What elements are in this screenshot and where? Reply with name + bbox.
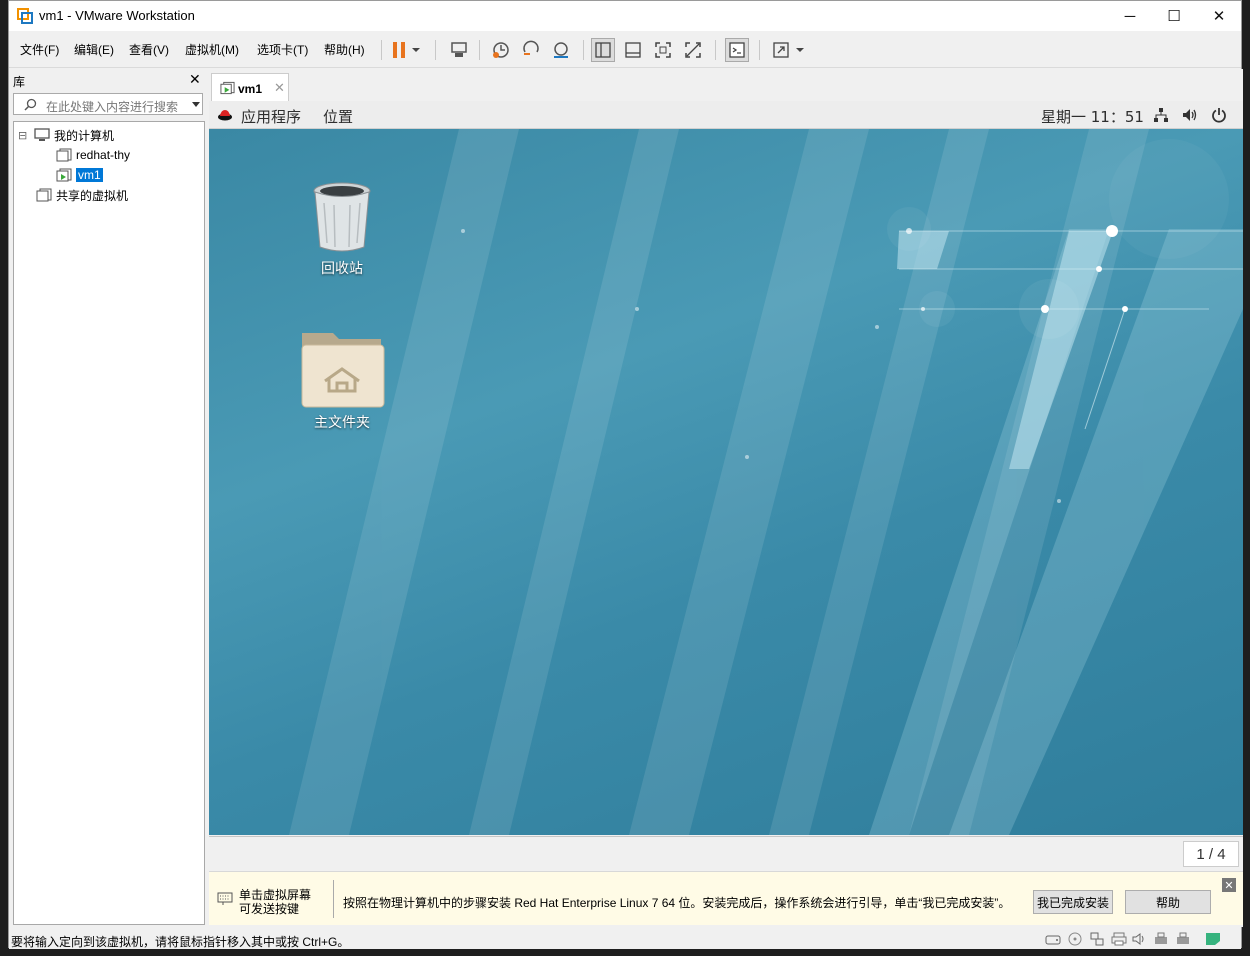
snapshot-manager-icon[interactable] (549, 38, 573, 62)
hard-disk-icon[interactable] (1045, 932, 1061, 946)
volume-icon[interactable] (1181, 107, 1199, 123)
hint-close-icon[interactable]: ✕ (1222, 878, 1236, 892)
shared-vm-icon (36, 188, 52, 202)
message-log-icon[interactable] (1205, 932, 1221, 946)
tree-label: 我的计算机 (54, 128, 115, 143)
tree-label: redhat-thy (76, 148, 131, 162)
network-adapter-icon[interactable] (1089, 932, 1105, 946)
toolbar-separator (381, 40, 382, 60)
guest-desktop[interactable]: 回收站 主文件夹 (209, 129, 1243, 835)
sound-card-icon[interactable] (1131, 932, 1147, 946)
library-tree: ⊟ 我的计算机 redhat-thy vm1 共享的虚拟机 (13, 121, 205, 925)
stretch-icon[interactable] (769, 38, 793, 62)
console-icon[interactable] (725, 38, 749, 62)
menu-view[interactable]: 查看(V) (129, 41, 169, 58)
install-done-button[interactable]: 我已完成安装 (1033, 890, 1113, 914)
toolbar-separator (759, 40, 760, 60)
library-search-input[interactable]: 在此处键入内容进行搜索 (13, 93, 203, 115)
cd-dvd-icon[interactable] (1067, 932, 1083, 946)
maximize-button[interactable]: ☐ (1151, 1, 1197, 31)
tree-label: vm1 (76, 168, 103, 182)
applications-menu[interactable]: 应用程序 (241, 106, 301, 127)
tab-label: vm1 (238, 82, 263, 96)
desktop-icon-label: 回收站 (321, 261, 363, 277)
tab-vm1[interactable]: vm1 ✕ (211, 73, 289, 101)
menu-help[interactable]: 帮助(H) (324, 41, 365, 58)
title-bar: vm1 - VMware Workstation ─ ☐ ✕ (9, 1, 1241, 31)
redhat-logo-icon (218, 110, 232, 121)
status-bar: 要将输入定向到该虚拟机，请将鼠标指针移入其中或按 Ctrl+G。 (9, 929, 1241, 949)
tree-item-redhat-thy[interactable]: redhat-thy (56, 146, 130, 164)
search-icon (24, 98, 37, 111)
menu-edit[interactable]: 编辑(E) (74, 41, 114, 58)
vmware-window: vm1 - VMware Workstation ─ ☐ ✕ 文件(F) 编辑(… (8, 0, 1243, 949)
library-title: 库 (13, 75, 26, 89)
status-message: 要将输入定向到该虚拟机，请将鼠标指针移入其中或按 Ctrl+G。 (11, 935, 350, 949)
hint-line-1: 单击虚拟屏幕 (239, 888, 312, 902)
menu-tabs[interactable]: 选项卡(T) (257, 41, 308, 58)
close-button[interactable]: ✕ (1196, 1, 1242, 31)
toolbar-separator (583, 40, 584, 60)
fullscreen-icon[interactable] (651, 38, 675, 62)
menu-toolbar: 文件(F) 编辑(E) 查看(V) 虚拟机(M) 选项卡(T) 帮助(H) (9, 32, 1241, 68)
places-menu[interactable]: 位置 (323, 106, 353, 127)
vm-running-icon (220, 81, 235, 95)
library-toggle-icon[interactable] (591, 38, 615, 62)
chevron-down-icon[interactable] (192, 102, 200, 107)
tree-item-shared-vms[interactable]: 共享的虚拟机 (36, 186, 128, 204)
thumbnail-bar-icon[interactable] (621, 38, 645, 62)
tab-close-icon[interactable]: ✕ (274, 80, 285, 96)
unity-icon[interactable] (681, 38, 705, 62)
vm-view-area: vm1 ✕ 应用程序 位置 星期一 11：51 回收站 主文件夹 1 / 4 单… (209, 69, 1243, 927)
menu-file[interactable]: 文件(F) (20, 41, 59, 58)
hint-divider (333, 880, 334, 918)
workspace-indicator[interactable]: 1 / 4 (1183, 841, 1239, 867)
guest-top-bar: 应用程序 位置 星期一 11：51 (209, 101, 1243, 129)
snapshot-icon[interactable] (489, 38, 513, 62)
collapse-icon[interactable]: ⊟ (18, 129, 30, 142)
usb-device-icon[interactable] (1153, 932, 1169, 946)
power-icon[interactable] (1211, 107, 1227, 123)
menu-vm[interactable]: 虚拟机(M) (185, 41, 239, 58)
hint-click-to-send-keys: 单击虚拟屏幕 可发送按键 (239, 888, 311, 916)
printer-icon[interactable] (1111, 932, 1127, 946)
hint-line-2: 可发送按键 (239, 902, 300, 916)
library-search-placeholder: 在此处键入内容进行搜索 (46, 100, 179, 114)
keyboard-icon (217, 892, 233, 905)
install-hint-bar: 单击虚拟屏幕 可发送按键 按照在物理计算机中的步骤安装 Red Hat Ente… (209, 871, 1243, 925)
toolbar-separator (435, 40, 436, 60)
minimize-button[interactable]: ─ (1107, 1, 1153, 31)
guest-bottom-strip: 1 / 4 (209, 836, 1243, 870)
library-close-icon[interactable]: ✕ (189, 71, 201, 88)
help-button[interactable]: 帮助 (1125, 890, 1211, 914)
send-ctrl-alt-del-icon[interactable] (447, 38, 471, 62)
toolbar-separator (479, 40, 480, 60)
desktop-icon-trash[interactable]: 回收站 (287, 179, 397, 278)
revert-snapshot-icon[interactable] (519, 38, 543, 62)
home-folder-icon (301, 333, 385, 408)
computer-icon (34, 128, 50, 141)
usb-device-icon[interactable] (1175, 932, 1191, 946)
dropdown-arrow-icon[interactable] (409, 38, 423, 62)
desktop-icon-label: 主文件夹 (314, 415, 370, 431)
network-icon[interactable] (1153, 107, 1169, 123)
pause-icon[interactable] (387, 38, 411, 62)
tree-item-vm1[interactable]: vm1 (56, 166, 103, 184)
install-instructions: 按照在物理计算机中的步骤安装 Red Hat Enterprise Linux … (343, 896, 1011, 910)
dropdown-arrow-icon[interactable] (793, 38, 807, 62)
library-panel: 库 ✕ 在此处键入内容进行搜索 ⊟ 我的计算机 redhat-thy vm1 共… (9, 69, 207, 927)
tree-label: 共享的虚拟机 (56, 188, 129, 203)
desktop-icon-home-folder[interactable]: 主文件夹 (287, 325, 397, 432)
vm-running-icon (56, 168, 72, 182)
guest-clock[interactable]: 星期一 11：51 (1041, 106, 1144, 127)
tree-item-my-computer[interactable]: ⊟ 我的计算机 (18, 126, 114, 144)
toolbar-separator (715, 40, 716, 60)
trash-icon (313, 182, 371, 252)
vmware-app-icon (17, 8, 33, 24)
vm-icon (56, 148, 72, 162)
window-title: vm1 - VMware Workstation (39, 8, 195, 23)
